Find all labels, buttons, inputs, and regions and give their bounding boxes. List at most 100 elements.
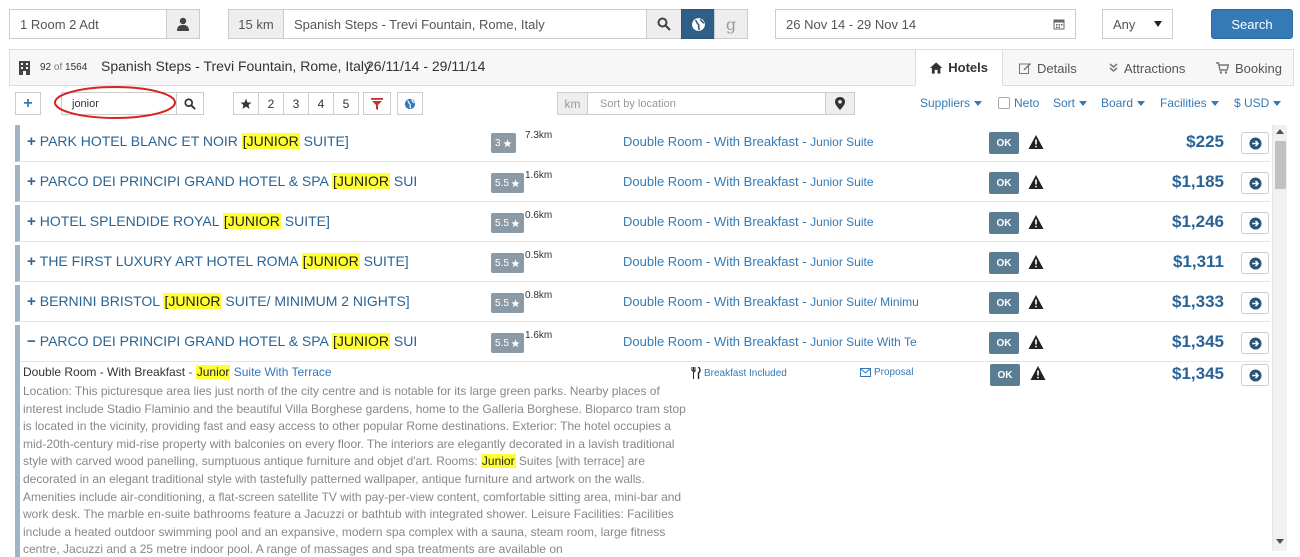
map-view-button[interactable] xyxy=(681,9,715,39)
scroll-up-icon[interactable] xyxy=(1276,129,1284,134)
neto-checkbox[interactable] xyxy=(998,97,1010,109)
star-filter-3[interactable]: 3 xyxy=(283,92,309,115)
search-highlight: [JUNIOR xyxy=(241,133,300,149)
select-hotel-button[interactable] xyxy=(1241,132,1269,154)
distance-label: 1.6km xyxy=(525,330,553,341)
search-location-button[interactable] xyxy=(646,9,682,39)
scroll-down-icon[interactable] xyxy=(1276,539,1284,544)
hotel-name[interactable]: + BERNINI BRISTOL [JUNIOR SUITE/ MINIMUM … xyxy=(27,293,417,310)
radius-addon[interactable]: 15 km xyxy=(228,9,284,39)
warning-icon[interactable] xyxy=(1028,134,1044,150)
room-type-link[interactable]: Double Room - With Breakfast - Junior Su… xyxy=(623,294,918,309)
hotel-name[interactable]: + THE FIRST LUXURY ART HOTEL ROMA [JUNIOR… xyxy=(27,253,417,270)
hotel-row[interactable]: + HOTEL SPLENDIDE ROYAL [JUNIOR SUITE] 5.5… xyxy=(15,205,1270,242)
filter-toggle-button[interactable] xyxy=(363,92,391,115)
search-button[interactable]: Search xyxy=(1211,9,1293,39)
neto-toggle[interactable]: Neto xyxy=(998,96,1039,110)
hotel-row[interactable]: + PARK HOTEL BLANC ET NOIR [JUNIOR SUITE]… xyxy=(15,125,1270,162)
star-rating-badge: 5.5 xyxy=(491,253,524,273)
star-icon xyxy=(511,298,520,307)
google-button[interactable]: g xyxy=(714,9,748,39)
board-dropdown[interactable]: Board xyxy=(1101,96,1146,110)
star-rating-value: Any xyxy=(1113,16,1136,32)
results-scrollbar[interactable] xyxy=(1272,125,1287,551)
star-filter-5[interactable]: 5 xyxy=(333,92,359,115)
hotel-price: $225 xyxy=(1186,132,1224,151)
select-hotel-button[interactable] xyxy=(1241,292,1269,314)
star-rating-select[interactable]: Any xyxy=(1102,9,1173,39)
room-type-link[interactable]: Double Room - With Breakfast - Junior Su… xyxy=(623,214,918,229)
hotel-price: $1,185 xyxy=(1172,172,1224,191)
expand-toggle[interactable]: + xyxy=(27,213,36,230)
add-filter-button[interactable]: + xyxy=(15,92,41,115)
detail-status-badge: OK xyxy=(990,364,1020,386)
hotel-name[interactable]: + PARK HOTEL BLANC ET NOIR [JUNIOR SUITE] xyxy=(27,133,417,150)
expand-toggle[interactable]: + xyxy=(27,133,36,150)
globe-icon xyxy=(691,17,705,31)
detail-select-button[interactable] xyxy=(1241,364,1269,386)
star-filter-2[interactable]: 2 xyxy=(258,92,284,115)
room-type-link[interactable]: Double Room - With Breakfast - Junior Su… xyxy=(623,334,918,349)
edit-icon xyxy=(1019,63,1031,74)
rooms-input[interactable]: 1 Room 2 Adt xyxy=(9,9,167,39)
map-marker-icon xyxy=(835,97,845,110)
search-highlight: [JUNIOR xyxy=(332,333,391,349)
warning-icon[interactable] xyxy=(1028,214,1044,230)
location-input[interactable]: Spanish Steps - Trevi Fountain, Rome, It… xyxy=(283,9,647,39)
warning-icon[interactable] xyxy=(1030,365,1046,381)
search-highlight: [JUNIOR xyxy=(222,213,281,229)
scrollbar-thumb[interactable] xyxy=(1275,141,1286,189)
sort-location-input[interactable]: Sort by location xyxy=(587,92,826,115)
room-type-link[interactable]: Double Room - With Breakfast - Junior Su… xyxy=(623,254,918,269)
hotel-row[interactable]: + PARCO DEI PRINCIPI GRAND HOTEL & SPA [J… xyxy=(15,165,1270,202)
tab-details[interactable]: Details xyxy=(1005,50,1091,86)
tab-booking[interactable]: Booking xyxy=(1202,50,1296,86)
expand-toggle[interactable]: + xyxy=(27,293,36,310)
warning-icon[interactable] xyxy=(1028,294,1044,310)
detail-room-title[interactable]: Double Room - With Breakfast - Junior Su… xyxy=(23,365,332,379)
header-dates: 26/11/14 - 29/11/14 xyxy=(366,58,486,74)
expand-toggle[interactable]: + xyxy=(27,253,36,270)
hotel-name[interactable]: + HOTEL SPLENDIDE ROYAL [JUNIOR SUITE] xyxy=(27,213,417,230)
facilities-dropdown[interactable]: Facilities xyxy=(1160,96,1219,110)
map-filter-button[interactable] xyxy=(397,92,423,115)
location-value: Spanish Steps - Trevi Fountain, Rome, It… xyxy=(294,16,545,32)
star-icon xyxy=(511,218,520,227)
hotel-name[interactable]: − PARCO DEI PRINCIPI GRAND HOTEL & SPA [J… xyxy=(27,333,417,350)
star-filter-all[interactable] xyxy=(233,92,259,115)
star-filter-4[interactable]: 4 xyxy=(308,92,334,115)
availability-badge: OK xyxy=(989,252,1019,274)
home-icon xyxy=(930,61,943,74)
arrow-circle-right-icon xyxy=(1248,216,1262,230)
room-type-link[interactable]: Double Room - With Breakfast - Junior Su… xyxy=(623,134,918,149)
hotel-row[interactable]: − PARCO DEI PRINCIPI GRAND HOTEL & SPA [J… xyxy=(15,325,1270,362)
dates-input[interactable]: 26 Nov 14 - 29 Nov 14 xyxy=(775,9,1076,39)
select-hotel-button[interactable] xyxy=(1241,212,1269,234)
availability-badge: OK xyxy=(989,292,1019,314)
suppliers-dropdown[interactable]: Suppliers xyxy=(920,96,983,110)
search-icon xyxy=(184,97,196,110)
tab-attractions[interactable]: Attractions xyxy=(1095,50,1199,86)
rooms-value: 1 Room 2 Adt xyxy=(20,16,99,32)
warning-icon[interactable] xyxy=(1028,254,1044,270)
currency-dropdown[interactable]: $ USD xyxy=(1234,96,1282,110)
locate-button[interactable] xyxy=(825,92,855,115)
hotel-name-search-button[interactable] xyxy=(176,92,204,115)
hotel-name[interactable]: + PARCO DEI PRINCIPI GRAND HOTEL & SPA [J… xyxy=(27,173,417,190)
sort-dropdown[interactable]: Sort xyxy=(1053,96,1088,110)
select-hotel-button[interactable] xyxy=(1241,172,1269,194)
chevrons-down-icon xyxy=(1109,63,1118,72)
hotel-row[interactable]: + THE FIRST LUXURY ART HOTEL ROMA [JUNIOR… xyxy=(15,245,1270,282)
tab-hotels[interactable]: Hotels xyxy=(915,49,1003,86)
expand-toggle[interactable]: + xyxy=(27,173,36,190)
room-type-link[interactable]: Double Room - With Breakfast - Junior Su… xyxy=(623,174,918,189)
warning-icon[interactable] xyxy=(1028,334,1044,350)
warning-icon[interactable] xyxy=(1028,174,1044,190)
expand-toggle[interactable]: − xyxy=(27,333,36,350)
hotel-row[interactable]: + BERNINI BRISTOL [JUNIOR SUITE/ MINIMUM … xyxy=(15,285,1270,322)
proposal-link[interactable]: Proposal xyxy=(860,367,913,378)
arrow-circle-right-icon xyxy=(1248,256,1262,270)
select-hotel-button[interactable] xyxy=(1241,332,1269,354)
select-hotel-button[interactable] xyxy=(1241,252,1269,274)
user-button[interactable] xyxy=(166,9,200,39)
